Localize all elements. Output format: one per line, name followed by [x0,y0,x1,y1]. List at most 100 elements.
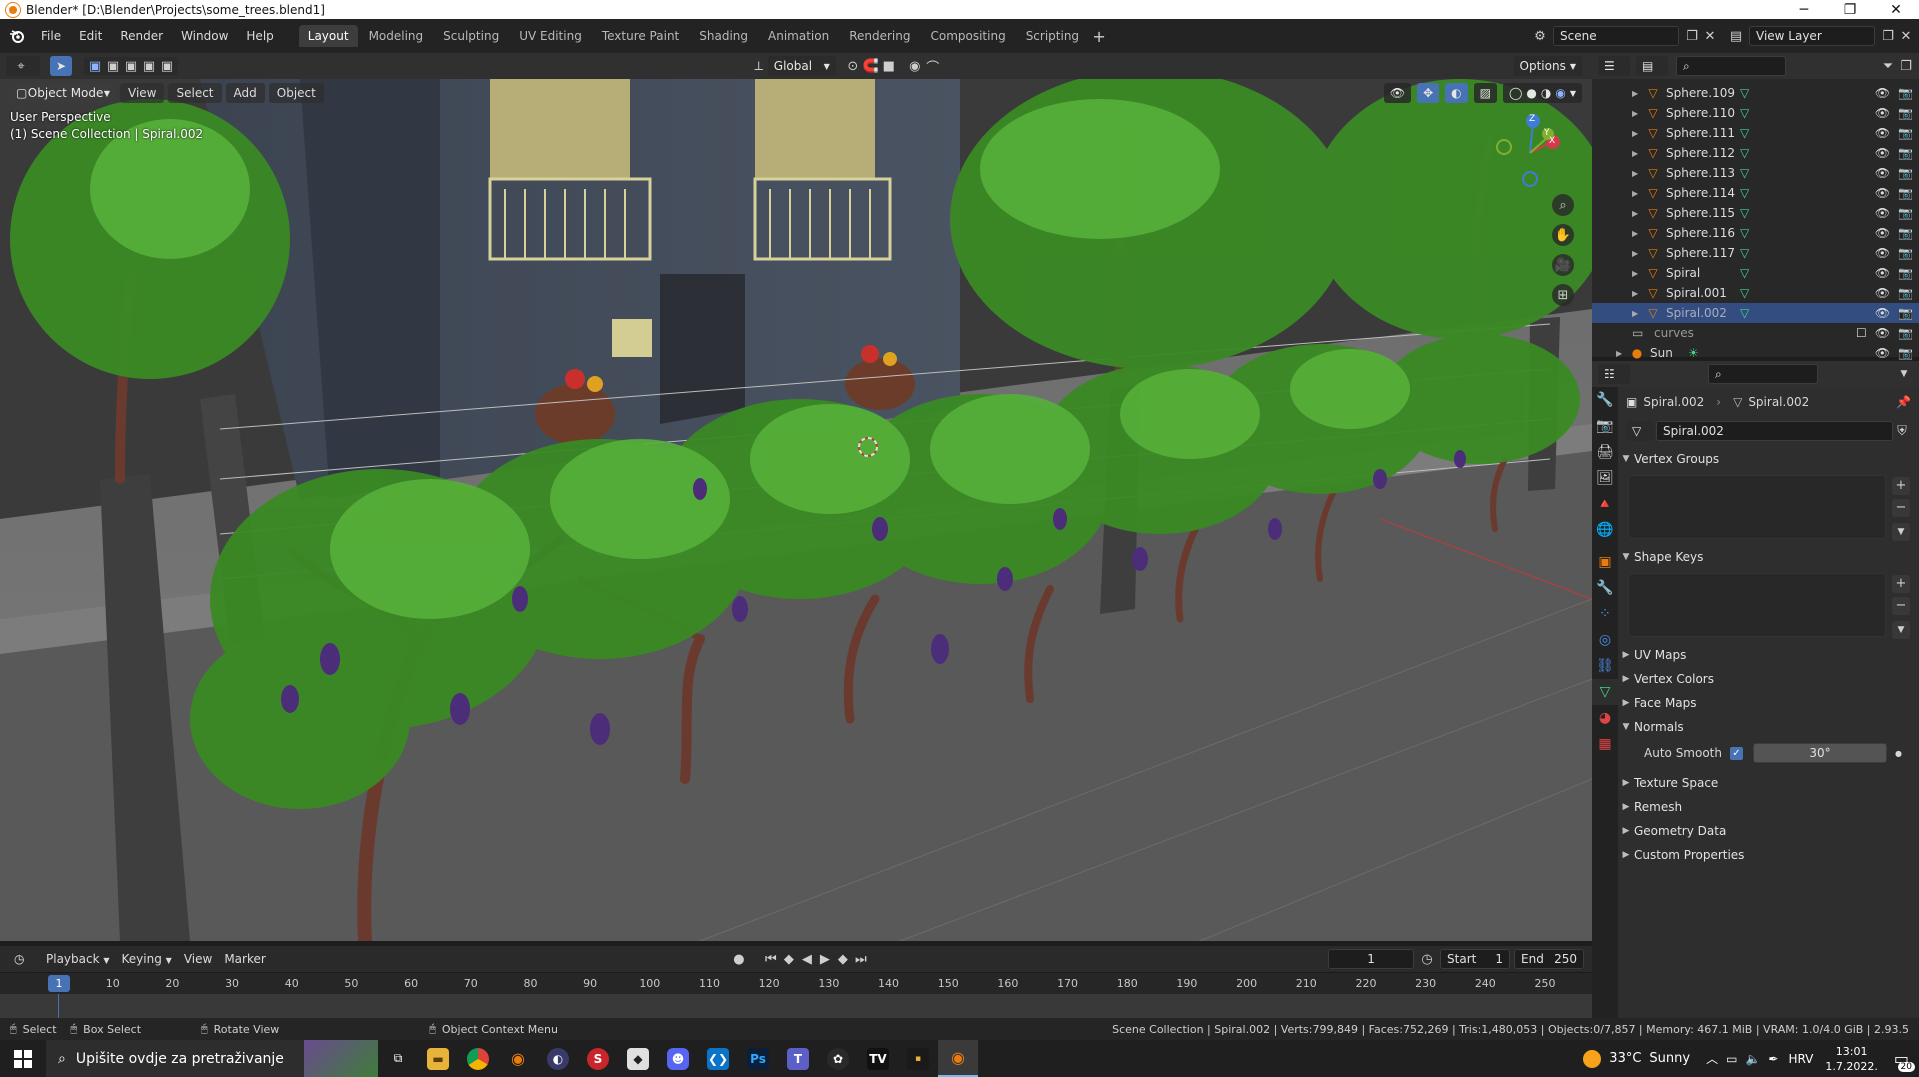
timeline-ruler[interactable]: 1 10 20 30 40 50 60 70 80 90 100 110 120 130 140 150 160… [0,972,1592,994]
select-extend-icon[interactable]: ▣ [104,57,122,75]
render-camera-icon[interactable]: 📷 [1898,106,1913,120]
eye-icon[interactable]: 👁 [1875,286,1890,300]
play-reverse-icon[interactable]: ◀ [798,950,816,968]
properties-search-field[interactable]: ⌕ [1708,364,1818,384]
render-camera-icon[interactable]: 📷 [1898,286,1913,300]
pan-hand-icon[interactable]: ✋ [1552,224,1574,246]
material-tab-icon[interactable]: ◕ [1592,705,1618,731]
vertex-groups-panel-header[interactable]: ▼ Vertex Groups [1618,447,1919,471]
outliner-item[interactable]: ▶ ▽ Sphere.111 ▽ 👁 📷 [1592,123,1919,143]
timeline-menu-keying[interactable]: Keying ▼ [116,952,178,966]
shape-keys-list[interactable] [1628,573,1886,637]
eye-icon[interactable]: 👁 [1875,106,1890,120]
play-icon[interactable]: ▶ [816,950,834,968]
render-camera-icon[interactable]: 📷 [1898,186,1913,200]
menu-help[interactable]: Help [237,29,282,43]
render-camera-icon[interactable]: 📷 [1898,306,1913,320]
falloff-icon[interactable]: ⌒ [924,57,942,76]
navigation-gizmo[interactable]: Z X Y [1490,109,1570,189]
expand-arrow-icon[interactable]: ▶ [1632,109,1644,118]
snap-icon[interactable]: 🧲 [862,57,880,75]
eye-icon[interactable]: 👁 [1875,246,1890,260]
overlay-toggle[interactable]: ◐ [1445,83,1468,103]
viewport-menu-select[interactable]: Select [168,83,222,103]
taskbar-file-explorer[interactable]: ▬ [418,1040,458,1077]
animate-property-icon[interactable]: ● [1895,749,1902,758]
weather-temperature[interactable]: 33°C [1609,1051,1641,1066]
weather-condition[interactable]: Sunny [1649,1051,1690,1066]
taskbar-blender-active[interactable]: ◉ [938,1040,978,1077]
view-layer-selector[interactable]: View Layer [1749,26,1875,46]
menu-window[interactable]: Window [172,29,237,43]
properties-editor-type-button[interactable]: ☷ [1598,364,1630,384]
taskbar-app-dark[interactable]: ▪ [898,1040,938,1077]
eye-icon[interactable]: 👁 [1875,326,1890,340]
taskbar-davinci[interactable]: ✿ [818,1040,858,1077]
geometry-data-panel-header[interactable]: ▶ Geometry Data [1618,819,1919,843]
taskbar-discord[interactable]: ☻ [658,1040,698,1077]
expand-arrow-icon[interactable]: ▶ [1632,269,1644,278]
editor-type-button[interactable]: ⌖ [6,56,40,76]
texture-space-panel-header[interactable]: ▶ Texture Space [1618,771,1919,795]
auto-smooth-checkbox[interactable]: ✓ [1730,746,1743,760]
expand-arrow-icon[interactable]: ▶ [1632,309,1644,318]
viewport-menu-object[interactable]: Object [268,83,324,103]
outliner-item[interactable]: ▶ ▽ Sphere.115 ▽ 👁 📷 [1592,203,1919,223]
outliner-light-row[interactable]: ▶ ● Sun ☀ 👁 📷 [1592,343,1919,363]
tab-uv-editing[interactable]: UV Editing [510,25,591,47]
remove-vertex-group-button[interactable]: − [1892,499,1910,517]
outliner-item[interactable]: ▶ ▽ Sphere.109 ▽ 👁 📷 [1592,83,1919,103]
tab-texture-paint[interactable]: Texture Paint [593,25,688,47]
tab-layout[interactable]: Layout [298,25,358,47]
custom-properties-panel-header[interactable]: ▶ Custom Properties [1618,843,1919,867]
expand-arrow-icon[interactable]: ▶ [1632,249,1644,258]
render-camera-icon[interactable]: 📷 [1898,146,1913,160]
language-indicator[interactable]: HRV [1788,1052,1813,1066]
end-frame-field[interactable]: End 250 [1514,949,1585,969]
tab-sculpting[interactable]: Sculpting [434,25,508,47]
taskbar-search-box[interactable]: ⌕ Upišite ovdje za pretraživanje [46,1040,304,1077]
face-maps-panel-header[interactable]: ▶ Face Maps [1618,691,1919,715]
wireframe-shading-icon[interactable]: ◯ [1509,86,1522,100]
eye-icon[interactable]: 👁 [1875,186,1890,200]
render-camera-icon[interactable]: 📷 [1898,346,1913,360]
menu-render[interactable]: Render [111,29,172,43]
expand-arrow-icon[interactable]: ▶ [1632,169,1644,178]
outliner-search-field[interactable]: ⌕ [1676,56,1786,76]
shape-keys-panel-header[interactable]: ▼ Shape Keys [1618,545,1919,569]
add-shape-key-button[interactable]: + [1892,575,1910,593]
render-camera-icon[interactable]: 📷 [1898,86,1913,100]
shading-dropdown-icon[interactable]: ▼ [1570,89,1576,98]
eye-icon[interactable]: 👁 [1875,86,1890,100]
modifier-tab-icon[interactable]: 🔧 [1592,575,1618,601]
world-tab-icon[interactable]: 🌐 [1592,517,1618,543]
add-vertex-group-button[interactable]: + [1892,477,1910,495]
jump-start-icon[interactable]: ⏮ [762,950,780,968]
snap-target-icon[interactable]: ■ [880,57,898,75]
constraints-tab-icon[interactable]: ⛓ [1592,653,1618,679]
xray-toggle[interactable]: ▨ [1473,83,1497,103]
new-scene-icon[interactable]: ❐ [1683,27,1701,45]
eye-icon[interactable]: 👁 [1875,226,1890,240]
camera-view-icon[interactable]: 🎥 [1552,254,1574,276]
outliner-item[interactable]: ▶ ▽ Sphere.110 ▽ 👁 📷 [1592,103,1919,123]
3d-viewport[interactable]: ▢ Object Mode ▼ View Select Add Object 👁 ✥… [0,79,1592,941]
particles-tab-icon[interactable]: ⁘ [1592,601,1618,627]
proportional-edit-icon[interactable]: ◉ [906,57,924,75]
timeline-menu-view[interactable]: View [178,952,218,966]
add-workspace-icon[interactable]: + [1090,27,1108,46]
eye-icon[interactable]: 👁 [1875,306,1890,320]
vertex-colors-panel-header[interactable]: ▶ Vertex Colors [1618,667,1919,691]
remove-shape-key-button[interactable]: − [1892,597,1910,615]
fake-user-shield-icon[interactable]: ⛨ [1893,422,1911,440]
object-tab-icon[interactable]: ▣ [1592,549,1618,575]
pin-icon[interactable]: 📌 [1896,395,1911,409]
eye-icon[interactable]: 👁 [1875,146,1890,160]
tab-shading[interactable]: Shading [690,25,757,47]
taskbar-chrome[interactable] [458,1040,498,1077]
tray-chevron-icon[interactable]: ︿ [1706,1050,1718,1067]
select-subtract-icon[interactable]: ▣ [122,57,140,75]
render-tab-icon[interactable]: 📷 [1592,413,1618,439]
expand-arrow-icon[interactable]: ▶ [1632,129,1644,138]
scene-tab-icon[interactable]: 🔺 [1592,491,1618,517]
